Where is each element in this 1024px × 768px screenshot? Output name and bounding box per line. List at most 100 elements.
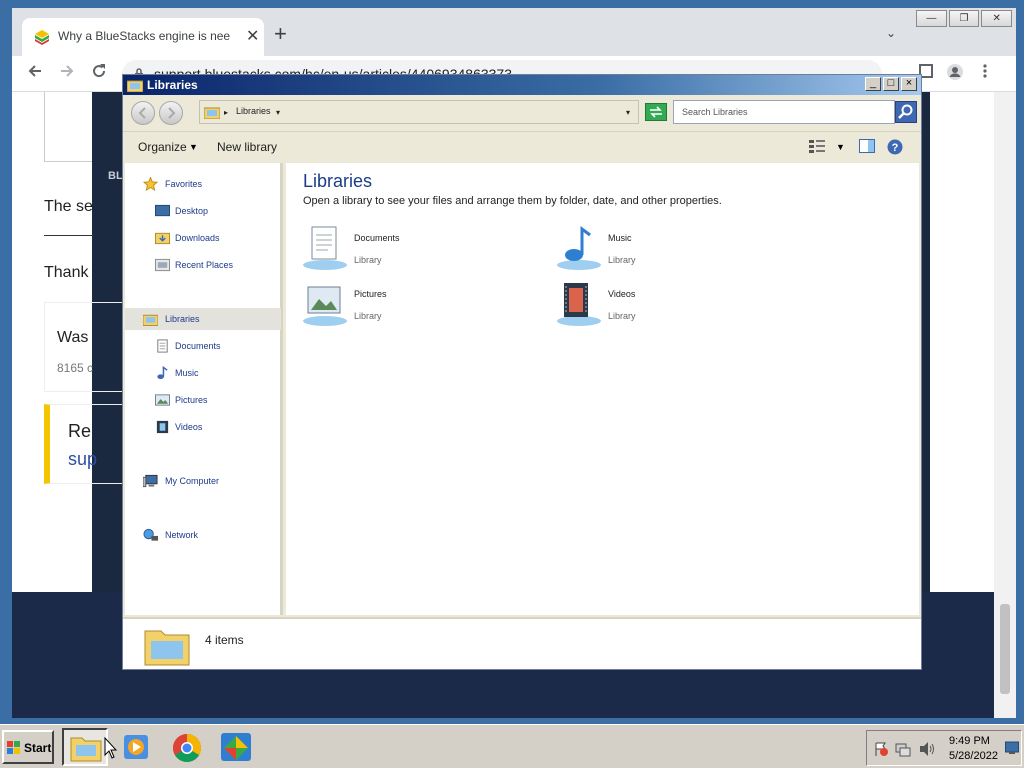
show-desktop-icon[interactable] [1005,741,1019,755]
tab-close-icon[interactable]: ✕ [246,26,259,46]
forward-button[interactable] [159,101,183,125]
start-button[interactable]: Start [2,730,54,764]
nav-recent-places[interactable]: Recent Places [125,254,281,276]
clock-date[interactable]: 5/28/2022 [949,750,998,762]
search-icon [898,104,913,119]
volume-icon[interactable] [919,741,937,757]
nav-label: Pictures [175,395,208,405]
nav-label: Downloads [175,233,220,243]
forward-arrow-icon [168,107,176,119]
taskbar-bluestacks[interactable] [214,728,260,766]
desktop-icon [155,204,170,217]
system-tray: 9:49 PM 5/28/2022 [866,730,1022,766]
refresh-icon [650,106,662,118]
view-dropdown-icon[interactable]: ▼ [836,142,845,152]
tab-search-icon[interactable]: ⌄ [886,26,896,40]
chrome-icon [173,734,201,762]
nav-videos[interactable]: Videos [125,416,281,438]
search-button[interactable] [895,101,917,123]
library-pictures[interactable]: Pictures Library [302,281,532,329]
bluestacks-icon [35,30,49,45]
library-name: Pictures [354,289,387,299]
nav-label: Videos [175,422,203,432]
library-type: Library [608,255,636,265]
library-documents[interactable]: Documents Library [302,225,532,273]
page-text: The se [44,198,93,215]
forward-arrow-icon[interactable] [58,62,76,80]
search-input[interactable]: Search Libraries [673,100,895,124]
preview-pane-icon[interactable] [859,139,875,153]
taskbar-chrome[interactable] [164,728,210,766]
libraries-icon [127,80,143,92]
svg-text:?: ? [892,142,899,154]
organize-dropdown-icon[interactable]: ▼ [189,142,198,152]
nav-favorites[interactable]: Favorites [125,173,281,195]
nav-desktop[interactable]: Desktop [125,200,281,222]
network-status-icon[interactable] [895,741,911,757]
maximize-button[interactable]: □ [883,77,899,91]
breadcrumb-libraries[interactable]: Libraries [236,106,271,116]
library-type: Library [608,311,636,321]
close-button[interactable]: ✕ [981,10,1013,27]
browser-tabbar: Why a BlueStacks engine is needed ✕ + ⌄ … [12,8,1016,56]
action-center-flag-icon[interactable] [873,741,889,757]
partial-logo-text: BL [108,170,123,182]
window-title: Libraries [147,78,198,92]
related-link[interactable]: sup [68,449,97,470]
browser-tab[interactable]: Why a BlueStacks engine is needed ✕ [22,18,264,56]
nav-pictures[interactable]: Pictures [125,389,281,411]
nav-downloads[interactable]: Downloads [125,227,281,249]
nav-my-computer[interactable]: My Computer [125,470,281,492]
library-type: Library [354,311,382,321]
library-music[interactable]: Music Library [556,225,786,273]
explorer-titlebar[interactable]: Libraries _ □ × [123,75,921,95]
library-videos[interactable]: Videos Library [556,281,786,329]
nav-network[interactable]: Network [125,524,281,546]
libraries-content: Libraries Open a library to see your fil… [286,163,919,615]
help-icon[interactable]: ? [887,139,903,155]
profile-icon[interactable] [946,63,964,81]
nav-label: Desktop [175,206,209,216]
command-bar: Organize ▼ New library ▼ ? [123,131,921,161]
organize-button[interactable]: Organize [138,140,187,154]
breadcrumb-arrow-icon[interactable]: ▸ [224,108,228,117]
pictures-library-icon [303,286,347,326]
new-library-button[interactable]: New library [217,140,277,154]
nav-documents[interactable]: Documents [125,335,281,357]
menu-dots-icon[interactable] [982,63,988,79]
related-heading: Re [68,421,92,441]
nav-music[interactable]: Music [125,362,281,384]
address-history-dropdown-icon[interactable]: ▾ [626,108,630,117]
clock-time[interactable]: 9:49 PM [949,735,990,747]
page-text-thank: Thank [44,264,89,281]
feedback-question: Was [57,329,89,346]
recent-places-icon [155,258,170,272]
item-count: 4 items [205,633,244,647]
minimize-button[interactable]: _ [865,77,881,91]
breadcrumb-dropdown-icon[interactable]: ▾ [276,108,280,117]
documents-icon [157,339,168,353]
back-button[interactable] [131,101,155,125]
new-tab-button[interactable]: + [274,23,287,45]
reload-icon[interactable] [90,62,108,80]
taskbar-explorer[interactable] [62,728,108,766]
search-placeholder: Search Libraries [682,107,748,117]
nav-label: Libraries [165,314,200,324]
close-button[interactable]: × [901,77,917,91]
explorer-address-row: ▸ Libraries ▾ ▾ Search Libraries [123,95,921,129]
page-scrollbar[interactable] [994,92,1016,718]
taskbar-media-player[interactable] [114,728,160,766]
view-options-icon[interactable] [809,139,825,153]
scrollbar-thumb[interactable] [1000,604,1010,694]
minimize-button[interactable]: — [916,10,947,27]
start-label: Start [24,741,52,755]
maximize-button[interactable]: ❐ [948,10,980,27]
library-name: Videos [608,289,636,299]
nav-label: Documents [175,341,221,351]
address-box[interactable]: ▸ Libraries ▾ ▾ [199,100,639,124]
feedback-count: 8165 c [57,361,94,375]
nav-libraries[interactable]: Libraries [125,308,281,330]
refresh-button[interactable] [645,103,667,121]
back-arrow-icon[interactable] [26,62,44,80]
music-library-icon [557,226,601,270]
